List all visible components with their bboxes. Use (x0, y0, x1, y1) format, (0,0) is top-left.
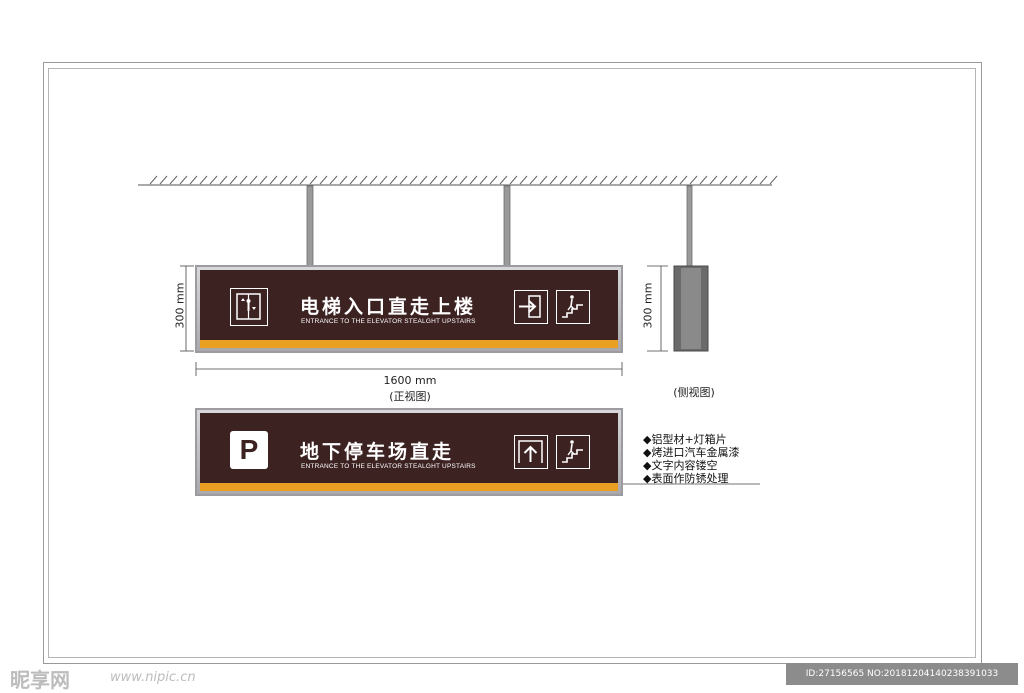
parking-letter: P (239, 434, 259, 465)
ceiling-hatching (149, 175, 778, 185)
front-sign: 电梯入口直走上楼 ENTRANCE TO THE ELEVATOR STEALG… (195, 265, 623, 353)
hanging-rod-side (686, 185, 693, 267)
hatch-mark (759, 175, 768, 185)
bottom-sign-stripe (200, 483, 618, 491)
hatch-mark (449, 175, 458, 185)
hatch-mark (229, 175, 238, 185)
watermark-url: www.nipic.cn (110, 670, 196, 685)
hatch-mark (399, 175, 408, 185)
entrance-arrow-icon (514, 290, 548, 324)
hatch-mark (459, 175, 468, 185)
hatch-mark (589, 175, 598, 185)
hatch-mark (749, 175, 758, 185)
hatch-mark (719, 175, 728, 185)
hatch-mark (149, 175, 158, 185)
elevator-icon (230, 288, 268, 326)
hatch-mark (429, 175, 438, 185)
hatch-mark (619, 175, 628, 185)
hatch-mark (279, 175, 288, 185)
hatch-mark (769, 175, 778, 185)
hatch-mark (699, 175, 708, 185)
hatch-mark (179, 175, 188, 185)
hatch-mark (249, 175, 258, 185)
hatch-mark (209, 175, 218, 185)
hatch-mark (559, 175, 568, 185)
hatch-mark (629, 175, 638, 185)
hatch-mark (239, 175, 248, 185)
watermark-logo: 昵享网 (10, 668, 70, 692)
hatch-mark (509, 175, 518, 185)
hatch-mark (539, 175, 548, 185)
bottom-sign-title: 地下停车场直走 (300, 441, 455, 463)
stairs-up-icon (556, 435, 590, 469)
hatch-mark (329, 175, 338, 185)
hatch-mark (389, 175, 398, 185)
hatch-mark (729, 175, 738, 185)
hatch-mark (669, 175, 678, 185)
hatch-mark (219, 175, 228, 185)
hatch-mark (289, 175, 298, 185)
hatch-mark (649, 175, 658, 185)
hanging-rod-left (306, 185, 314, 267)
up-arrow-door-icon (514, 435, 548, 469)
front-sign-face: 电梯入口直走上楼 ENTRANCE TO THE ELEVATOR STEALG… (200, 270, 618, 348)
width-dimension-label: 1600 mm (383, 374, 437, 387)
side-view-label: (侧视图) (673, 386, 715, 399)
hatch-mark (489, 175, 498, 185)
hatch-mark (409, 175, 418, 185)
hatch-mark (269, 175, 278, 185)
watermark-id: ID:27156565 NO:20181204140238391033 (786, 663, 1018, 685)
hatch-mark (639, 175, 648, 185)
hatch-mark (529, 175, 538, 185)
hatch-mark (309, 175, 318, 185)
height-dimension-label: 300 mm (173, 282, 187, 329)
hatch-mark (709, 175, 718, 185)
hatch-mark (349, 175, 358, 185)
hatch-mark (189, 175, 198, 185)
front-sign-subtitle: ENTRANCE TO THE ELEVATOR STEALGHT UPSTAI… (301, 318, 476, 325)
hatch-mark (439, 175, 448, 185)
hatch-mark (479, 175, 488, 185)
hatch-mark (319, 175, 328, 185)
hatch-mark (689, 175, 698, 185)
hatch-mark (199, 175, 208, 185)
hatch-mark (609, 175, 618, 185)
hatch-mark (739, 175, 748, 185)
hatch-mark (549, 175, 558, 185)
hatch-mark (419, 175, 428, 185)
front-view-label: (正视图) (389, 390, 431, 403)
hatch-mark (169, 175, 178, 185)
hatch-mark (469, 175, 478, 185)
bottom-sign-face: P 地下停车场直走 ENTRANCE TO THE ELEVATOR STEAL… (200, 413, 618, 491)
hatch-mark (569, 175, 578, 185)
hatch-mark (159, 175, 168, 185)
hatch-mark (679, 175, 688, 185)
bottom-sign: P 地下停车场直走 ENTRANCE TO THE ELEVATOR STEAL… (195, 408, 623, 496)
hatch-mark (359, 175, 368, 185)
side-height-dimension-label: 300 mm (641, 282, 655, 329)
front-sign-title: 电梯入口直走上楼 (300, 296, 477, 318)
parking-icon: P (230, 431, 268, 469)
bottom-sign-subtitle: ENTRANCE TO THE ELEVATOR STEALGHT UPSTAI… (301, 463, 476, 470)
hatch-mark (259, 175, 268, 185)
hatch-mark (599, 175, 608, 185)
hatch-mark (339, 175, 348, 185)
note-item: ◆表面作防锈处理 (643, 472, 729, 485)
stairs-up-icon (556, 290, 590, 324)
hatch-mark (519, 175, 528, 185)
front-sign-stripe (200, 340, 618, 348)
hatch-mark (379, 175, 388, 185)
hatch-mark (659, 175, 668, 185)
hatch-mark (579, 175, 588, 185)
hanging-rod-right (503, 185, 511, 267)
hatch-mark (499, 175, 508, 185)
hatch-mark (299, 175, 308, 185)
hatch-mark (369, 175, 378, 185)
side-view-inner (681, 268, 701, 349)
